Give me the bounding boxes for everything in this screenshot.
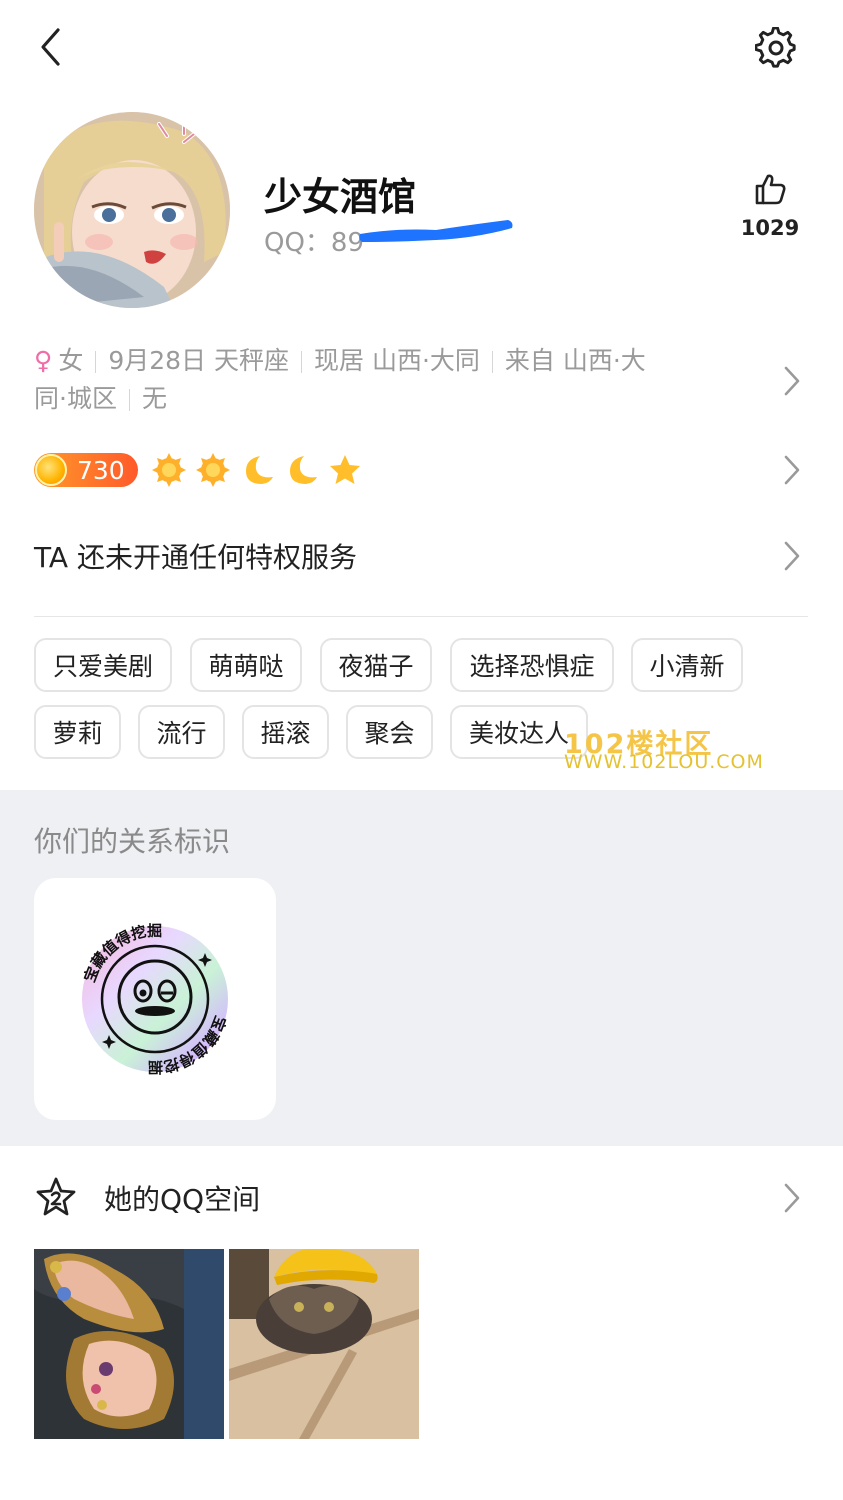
interest-tag[interactable]: 聚会 [346, 705, 433, 759]
birthday: 9月28日 天秤座 [108, 346, 289, 375]
star-icon [330, 455, 360, 484]
qq-number[interactable]: QQ：89 [264, 222, 364, 259]
qzone-title[interactable]: 她的QQ空间 [104, 1178, 260, 1218]
relationship-badge-card[interactable]: 宝藏值得挖掘 宝藏值得挖掘 [34, 878, 276, 1120]
qzone-photo[interactable] [34, 1249, 224, 1439]
level-value: 730 [77, 455, 125, 485]
interest-tag[interactable]: 萝莉 [34, 705, 121, 759]
hometown-cont: 同·城区 [34, 384, 117, 413]
interest-tag[interactable]: 夜猫子 [320, 638, 432, 692]
interest-tag[interactable]: 只爱美剧 [34, 638, 172, 692]
extra-info: 无 [141, 384, 167, 413]
thumbs-up-icon [755, 174, 786, 205]
chevron-right-icon[interactable] [779, 1182, 803, 1214]
back-button[interactable] [28, 24, 74, 70]
like-button[interactable]: 1029 [735, 172, 805, 240]
moon-icon [290, 456, 317, 484]
moon-icon [246, 456, 273, 484]
residence: 现居 山西·大同 [314, 346, 480, 375]
settings-button[interactable] [752, 24, 800, 72]
like-count: 1029 [740, 216, 800, 240]
sun-icon [152, 453, 186, 487]
chevron-right-icon[interactable] [779, 540, 803, 572]
redaction-mark [359, 220, 513, 242]
privilege-status[interactable]: TA 还未开通任何特权服务 [34, 536, 357, 576]
star-2-icon [36, 1177, 76, 1216]
chevron-left-icon [41, 28, 60, 66]
sun-icon [196, 453, 230, 487]
relationship-title: 你们的关系标识 [34, 825, 231, 858]
level-coin-icon [35, 454, 67, 486]
photo-feet-sandals [34, 1249, 224, 1439]
interest-tag[interactable]: 流行 [138, 705, 225, 759]
qzone-photo[interactable] [229, 1249, 419, 1439]
chevron-right-icon[interactable] [779, 365, 803, 397]
interest-tag[interactable]: 选择恐惧症 [450, 638, 614, 692]
interest-tag[interactable]: 萌萌哒 [190, 638, 302, 692]
photo-cat-hat [229, 1249, 419, 1439]
level-badge: 730 [34, 453, 138, 487]
profile-info[interactable]: ♀ 女 9月28日 天秤座 现居 山西·大同 来自 山西·大同·城区无 [34, 342, 734, 418]
avatar[interactable] [34, 112, 230, 308]
interest-tag[interactable]: 摇滚 [242, 705, 329, 759]
qq-level-row[interactable]: 730 [34, 448, 362, 492]
avatar-illustration [34, 112, 230, 308]
gear-icon [755, 27, 796, 68]
female-icon: ♀ [34, 346, 53, 375]
interest-tag[interactable]: 小清新 [631, 638, 743, 692]
hometown: 来自 山西·大 [504, 346, 646, 375]
watermark-url: WWW.102LOU.COM [564, 751, 764, 773]
relationship-badge: 宝藏值得挖掘 宝藏值得挖掘 [81, 922, 230, 1076]
gender: 女 [58, 346, 84, 375]
divider [34, 616, 808, 617]
chevron-right-icon[interactable] [779, 454, 803, 486]
